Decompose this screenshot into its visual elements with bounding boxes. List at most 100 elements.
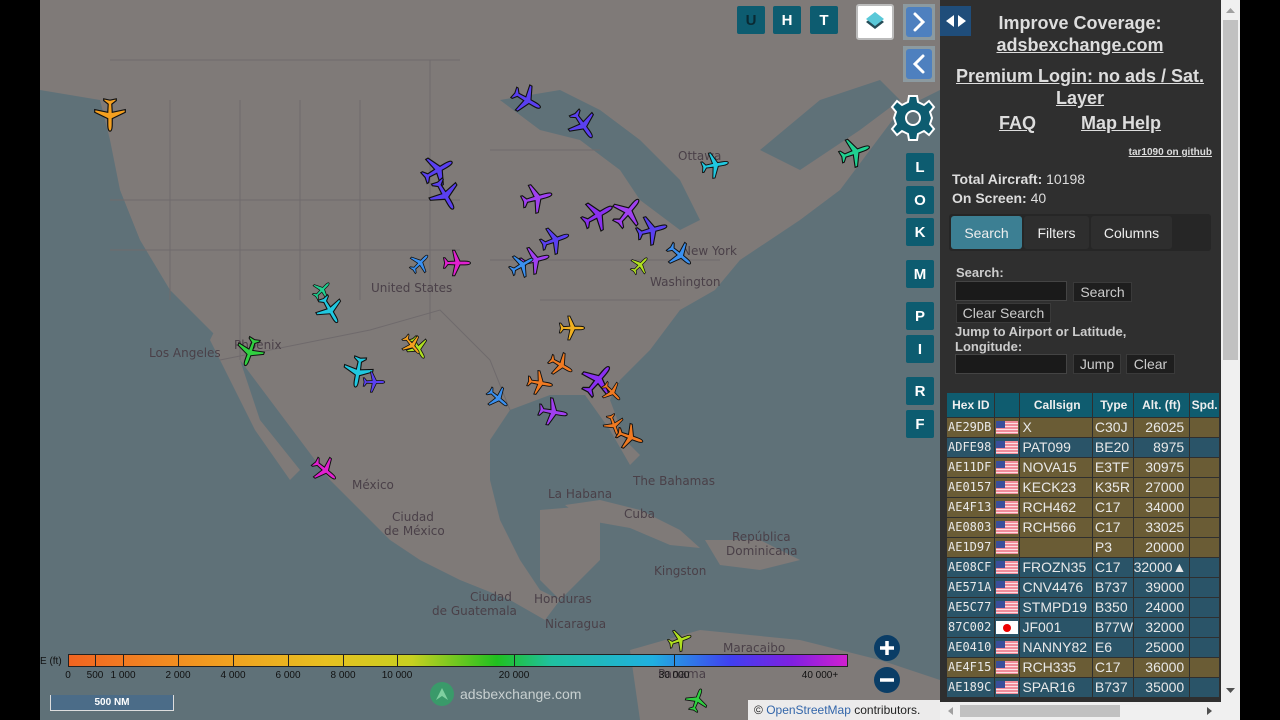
aircraft-marker[interactable] <box>614 422 645 452</box>
aircraft-marker[interactable] <box>700 150 730 180</box>
aircraft-marker[interactable] <box>566 108 600 142</box>
table-row[interactable]: ADFE98 PAT099 BE20 8975 <box>947 438 1220 458</box>
search-input[interactable] <box>955 281 1067 301</box>
scroll-left-arrow-icon[interactable] <box>942 702 958 720</box>
aircraft-marker[interactable] <box>665 240 695 270</box>
table-row[interactable]: AE1D97 P3 20000 <box>947 538 1220 558</box>
aircraft-marker[interactable] <box>234 335 266 368</box>
table-row[interactable]: AE0157 KECK23 K35R 27000 <box>947 478 1220 498</box>
legend-label: E (ft) <box>40 656 62 667</box>
aircraft-marker[interactable] <box>558 314 586 342</box>
table-row[interactable]: AE0410 NANNY82 E6 25000 <box>947 638 1220 658</box>
cell-altitude: 35000 <box>1133 678 1190 697</box>
aircraft-marker[interactable] <box>507 251 536 279</box>
header-hex-id[interactable]: Hex ID <box>947 393 994 417</box>
map-help-link[interactable]: Map Help <box>1081 113 1161 134</box>
aircraft-marker[interactable] <box>519 181 554 215</box>
aircraft-marker[interactable] <box>600 380 624 404</box>
zoom-in-button[interactable] <box>874 635 900 661</box>
horizontal-scroll-thumb[interactable] <box>960 705 1120 717</box>
toggle-sidebar-button[interactable] <box>940 6 971 36</box>
aircraft-marker[interactable] <box>509 83 544 117</box>
tab-filters[interactable]: Filters <box>1024 216 1089 249</box>
expand-sidebar-button[interactable] <box>903 4 935 40</box>
search-button[interactable]: Search <box>1073 282 1132 302</box>
aircraft-marker[interactable] <box>408 251 432 275</box>
map-button-i[interactable]: I <box>906 335 934 363</box>
zoom-out-button[interactable] <box>874 667 900 693</box>
map-button-t[interactable]: T <box>810 6 838 34</box>
map-button-u[interactable]: U <box>737 6 765 34</box>
map-button-k[interactable]: K <box>906 218 934 246</box>
aircraft-marker[interactable] <box>537 396 569 428</box>
settings-button[interactable] <box>888 94 938 142</box>
aircraft-marker[interactable] <box>485 385 511 411</box>
github-link[interactable]: tar1090 on github <box>1129 147 1212 158</box>
aircraft-marker[interactable] <box>310 455 340 485</box>
tab-search[interactable]: Search <box>951 216 1022 249</box>
aircraft-marker[interactable] <box>837 135 872 169</box>
map-button-h[interactable]: H <box>773 6 801 34</box>
map-button-f[interactable]: F <box>906 410 934 438</box>
map-button-p[interactable]: P <box>906 302 934 330</box>
aircraft-marker[interactable] <box>684 687 710 714</box>
flag-usa-icon <box>996 481 1019 494</box>
aircraft-marker[interactable] <box>634 213 669 247</box>
table-row[interactable]: AE189C SPAR16 B737 35000 <box>947 678 1220 698</box>
aircraft-marker[interactable] <box>362 370 386 394</box>
aircraft-marker[interactable] <box>526 369 554 397</box>
table-row[interactable]: AE571A CNV4476 B737 39000 <box>947 578 1220 598</box>
improve-coverage-title: Improve Coverage: <box>998 13 1162 33</box>
scroll-down-arrow-icon[interactable] <box>1221 682 1240 698</box>
premium-login-link[interactable]: Premium Login: no ads / Sat. Layer <box>956 66 1204 108</box>
adsbexchange-link[interactable]: adsbexchange.com <box>996 35 1163 55</box>
jump-input[interactable] <box>955 354 1067 374</box>
aircraft-marker[interactable] <box>314 293 346 326</box>
cell-speed <box>1190 618 1219 637</box>
vertical-scroll-thumb[interactable] <box>1223 20 1238 360</box>
header-callsign[interactable]: Callsign <box>1020 393 1092 417</box>
legend-tick-label: 20 000 <box>498 670 530 681</box>
table-row[interactable]: AE11DF NOVA15 E3TF 30975 <box>947 458 1220 478</box>
table-row[interactable]: AE29DB X C30J 26025 <box>947 418 1220 438</box>
aircraft-marker[interactable] <box>427 176 463 213</box>
legend-tick <box>343 654 344 667</box>
map-button-m[interactable]: M <box>906 260 934 288</box>
header-flag[interactable] <box>994 393 1020 417</box>
aircraft-marker[interactable] <box>442 248 472 278</box>
clear-jump-button[interactable]: Clear <box>1126 354 1175 374</box>
aircraft-marker[interactable] <box>629 254 651 276</box>
map-button-o[interactable]: O <box>906 186 934 214</box>
aircraft-marker[interactable] <box>92 97 128 133</box>
cell-callsign: CNV4476 <box>1020 578 1092 597</box>
openstreetmap-link[interactable]: OpenStreetMap <box>766 703 851 717</box>
table-row[interactable]: AE4F15 RCH335 C17 36000 <box>947 658 1220 678</box>
table-row[interactable]: AE5C77 STMPD19 B350 24000 <box>947 598 1220 618</box>
header-speed[interactable]: Spd. <box>1190 393 1220 417</box>
airplane-icon <box>665 241 692 265</box>
layers-button[interactable] <box>856 4 894 40</box>
tab-columns[interactable]: Columns <box>1091 216 1172 249</box>
legend-tick-label: 4 000 <box>220 670 246 681</box>
faq-link[interactable]: FAQ <box>999 113 1036 134</box>
scroll-up-arrow-icon[interactable] <box>1221 2 1240 18</box>
table-row[interactable]: AE4F13 RCH462 C17 34000 <box>947 498 1220 518</box>
header-type[interactable]: Type <box>1092 393 1133 417</box>
cell-flag <box>994 538 1020 557</box>
map-button-l[interactable]: L <box>906 153 934 181</box>
cell-callsign: JF001 <box>1020 618 1092 637</box>
table-row[interactable]: 87C002 JF001 B77W 32000 <box>947 618 1220 638</box>
map-button-r[interactable]: R <box>906 377 934 405</box>
clear-search-button[interactable]: Clear Search <box>956 303 1051 323</box>
vertical-scrollbar[interactable] <box>1221 0 1240 720</box>
horizontal-scrollbar[interactable] <box>940 702 1221 720</box>
aircraft-marker[interactable] <box>400 333 424 357</box>
scroll-right-arrow-icon[interactable] <box>1202 702 1218 720</box>
table-row[interactable]: AE08CF FROZN35 C17 32000▲ <box>947 558 1220 578</box>
jump-button[interactable]: Jump <box>1073 354 1121 374</box>
table-row[interactable]: AE0803 RCH566 C17 33025 <box>947 518 1220 538</box>
cell-hex-id: AE0410 <box>947 638 994 657</box>
header-altitude[interactable]: Alt. (ft) <box>1133 393 1190 417</box>
collapse-sidebar-button[interactable] <box>903 46 935 82</box>
map-view[interactable]: Ottawa New York Washington United States… <box>40 0 940 720</box>
